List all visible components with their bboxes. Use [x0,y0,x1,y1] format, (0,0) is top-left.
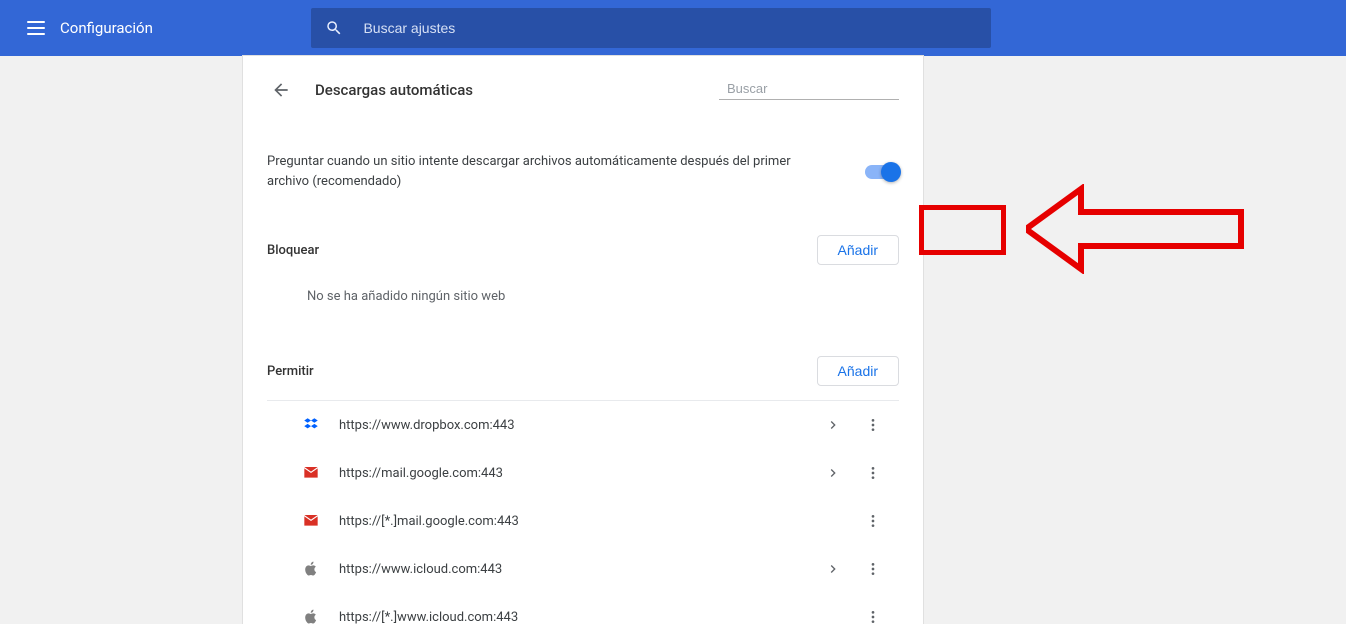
card-header: Descargas automáticas [267,76,899,112]
card-search[interactable] [719,80,899,100]
hamburger-icon [27,21,45,35]
card-search-input[interactable] [725,80,905,97]
ask-toggle-switch[interactable] [865,165,899,179]
allow-section: Permitir Añadir https://www.dropbox.com:… [267,304,899,624]
card-title: Descargas automáticas [315,81,473,99]
site-row: https://mail.google.com:443 [267,449,899,497]
site-url: https://www.dropbox.com:443 [339,418,813,433]
block-section: Bloquear Añadir No se ha añadido ningún … [267,191,899,304]
block-add-button[interactable]: Añadir [817,235,899,265]
site-url: https://[*.]mail.google.com:443 [339,514,813,529]
gmail-icon [291,465,331,481]
site-url: https://[*.]www.icloud.com:443 [339,610,813,624]
page-body: Descargas automáticas Preguntar cuando u… [0,56,1346,624]
kebab-menu-button[interactable] [853,417,893,433]
kebab-menu-button[interactable] [853,561,893,577]
site-row: https://[*.]www.icloud.com:443 [267,593,899,624]
block-section-label: Bloquear [267,243,319,258]
menu-button[interactable] [16,8,56,48]
kebab-menu-button[interactable] [853,513,893,529]
allow-site-list: https://www.dropbox.com:443 https://mail.… [267,401,899,624]
allow-section-label: Permitir [267,364,314,379]
expand-arrow-icon[interactable] [813,561,853,577]
app-title: Configuración [60,19,153,37]
kebab-menu-button[interactable] [853,465,893,481]
site-row: https://www.dropbox.com:443 [267,401,899,449]
ask-toggle-label: Preguntar cuando un sitio intente descar… [267,152,807,191]
apple-icon [291,609,331,624]
settings-card: Descargas automáticas Preguntar cuando u… [243,56,923,624]
expand-arrow-icon[interactable] [813,417,853,433]
apple-icon [291,561,331,577]
site-url: https://www.icloud.com:443 [339,562,813,577]
global-search[interactable] [311,8,991,48]
global-search-input[interactable] [361,19,977,37]
allow-add-button[interactable]: Añadir [817,356,899,386]
dropbox-icon [291,416,331,434]
site-row: https://[*.]mail.google.com:443 [267,497,899,545]
back-button[interactable] [267,76,295,104]
gmail-icon [291,513,331,529]
back-arrow-icon [271,80,291,100]
app-header: Configuración [0,0,1346,56]
site-row: https://www.icloud.com:443 [267,545,899,593]
kebab-menu-button[interactable] [853,609,893,624]
search-icon [325,19,343,37]
site-url: https://mail.google.com:443 [339,466,813,481]
ask-toggle-row: Preguntar cuando un sitio intente descar… [267,112,899,191]
expand-arrow-icon[interactable] [813,465,853,481]
block-empty-text: No se ha añadido ningún sitio web [267,265,899,304]
